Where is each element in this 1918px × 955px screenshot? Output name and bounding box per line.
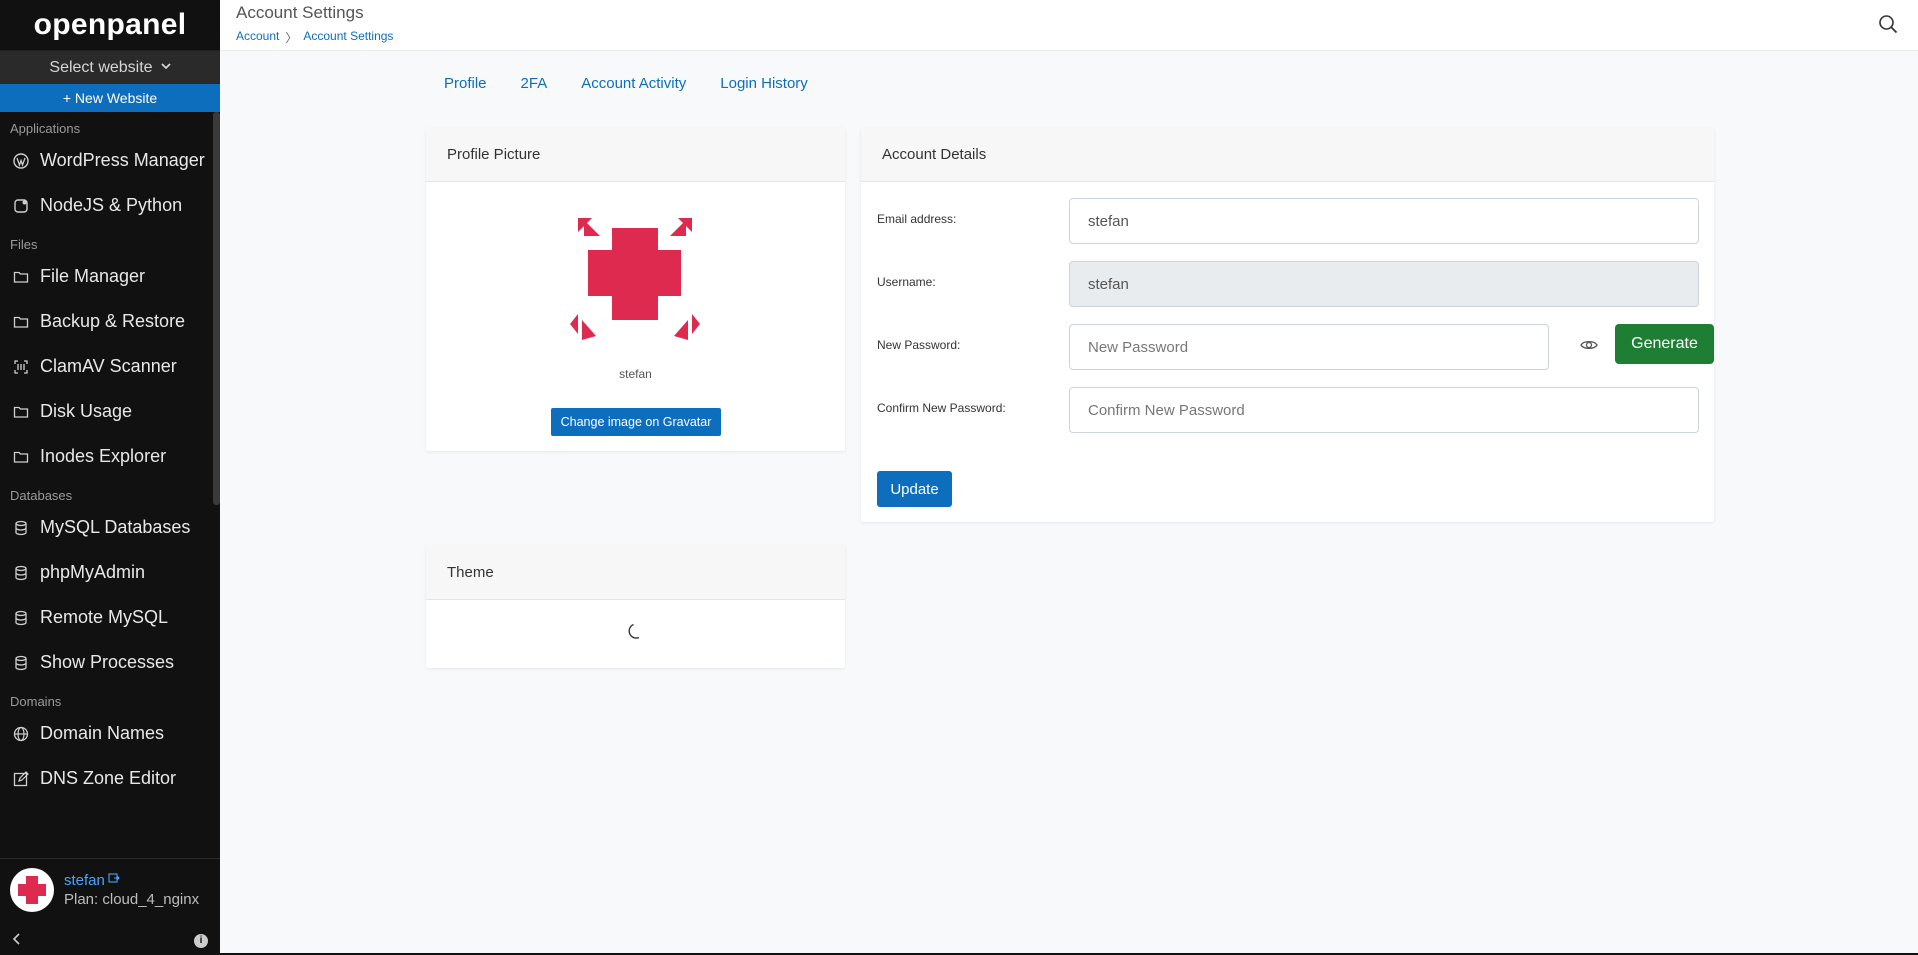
account-tabs: Profile 2FA Account Activity Login Histo… [444, 75, 808, 92]
logo[interactable]: openpanel [0, 0, 220, 50]
top-header: Account Settings Account 〉 Account Setti… [220, 0, 1918, 51]
sidebar-item-label: Inodes Explorer [40, 446, 167, 466]
email-row: Email address: stefan [877, 198, 1699, 244]
sidebar-item-label: MySQL Databases [40, 517, 191, 537]
chevron-down-icon [160, 62, 171, 73]
sidebar-item-label: Remote MySQL [40, 607, 169, 627]
card-title: Theme [426, 546, 845, 600]
section-label-files: Files [10, 237, 38, 252]
username-row: Username: stefan [877, 261, 1699, 307]
username-field: stefan [1069, 261, 1699, 307]
gravatar-image [564, 212, 706, 350]
select-website-label: Select website [49, 58, 153, 76]
tab-2fa[interactable]: 2FA [521, 75, 548, 92]
avatar[interactable] [10, 867, 54, 912]
change-gravatar-button[interactable]: Change image on Gravatar [551, 408, 721, 436]
sidebar-item-backup-restore[interactable]: Backup & Restore [0, 299, 213, 344]
sidebar-item-label: Backup & Restore [40, 311, 186, 331]
eye-icon[interactable] [1580, 336, 1600, 356]
breadcrumb-account[interactable]: Account [236, 29, 279, 46]
info-icon[interactable]: i [194, 933, 208, 948]
sidebar-item-label: File Manager [40, 266, 146, 286]
new-password-row: New Password: New Password Generate [877, 324, 1714, 370]
folder-icon [12, 403, 30, 421]
folder-icon [12, 268, 30, 286]
sidebar-item-label: Show Processes [40, 652, 175, 672]
section-label-databases: Databases [10, 488, 73, 503]
confirm-password-row: Confirm New Password: Confirm New Passwo… [877, 387, 1699, 433]
sidebar-item-label: DNS Zone Editor [40, 768, 177, 788]
tab-profile[interactable]: Profile [444, 75, 487, 92]
tab-account-activity[interactable]: Account Activity [581, 75, 686, 92]
tab-login-history[interactable]: Login History [720, 75, 808, 92]
new-website-button[interactable]: + New Website [0, 84, 220, 112]
edit-icon [12, 770, 30, 788]
breadcrumb-separator: 〉 [285, 31, 298, 45]
sidebar-item-clamav-scanner[interactable]: ClamAV Scanner [0, 344, 213, 389]
sidebar-item-label: phpMyAdmin [40, 562, 146, 582]
sidebar-item-label: Disk Usage [40, 401, 133, 421]
sidebar-item-nodejs-python[interactable]: NodeJS & Python [0, 183, 213, 228]
new-password-field[interactable]: New Password [1069, 324, 1549, 370]
sidebar-item-inodes-explorer[interactable]: Inodes Explorer [0, 434, 213, 479]
sidebar-item-label: Domain Names [40, 723, 165, 743]
sidebar-item-domain-names[interactable]: Domain Names [0, 711, 213, 756]
sidebar-item-disk-usage[interactable]: Disk Usage [0, 389, 213, 434]
profile-username: stefan [619, 367, 652, 381]
database-icon [12, 564, 30, 582]
collapse-sidebar-icon[interactable] [12, 932, 22, 950]
username-label: Username: [877, 275, 936, 289]
sidebar-item-wordpress-manager[interactable]: WordPress Manager [0, 138, 213, 183]
update-button[interactable]: Update [877, 471, 952, 507]
sidebar-item-remote-mysql[interactable]: Remote MySQL [0, 595, 213, 640]
profile-picture-card: Profile Picture stefan Change image on G… [426, 128, 845, 451]
user-name-link[interactable]: stefan [64, 872, 105, 889]
card-title: Profile Picture [426, 128, 845, 182]
sidebar-item-dns-zone-editor[interactable]: DNS Zone Editor [0, 756, 213, 801]
sidebar-item-file-manager[interactable]: File Manager [0, 254, 213, 299]
confirm-password-field[interactable]: Confirm New Password [1069, 387, 1699, 433]
nodejs-icon [12, 197, 30, 215]
sidebar-footer: i [0, 926, 220, 955]
page-title: Account Settings [236, 3, 364, 22]
moon-icon[interactable] [625, 622, 647, 644]
generate-password-button[interactable]: Generate [1615, 324, 1714, 364]
sidebar-item-mysql-databases[interactable]: MySQL Databases [0, 505, 213, 550]
sidebar-scrollbar[interactable] [213, 112, 220, 505]
breadcrumb-account-settings[interactable]: Account Settings [303, 29, 393, 46]
email-label: Email address: [877, 212, 957, 226]
sidebar-item-phpmyadmin[interactable]: phpMyAdmin [0, 550, 213, 595]
user-box: stefan Plan: cloud_4_nginx [0, 858, 220, 920]
globe-icon [12, 725, 30, 743]
card-title: Account Details [861, 128, 1714, 182]
database-icon [12, 654, 30, 672]
sidebar-menu: Applications WordPress Manager NodeJS & … [0, 112, 213, 857]
email-field[interactable]: stefan [1069, 198, 1699, 244]
section-label-applications: Applications [10, 121, 81, 136]
select-website-dropdown[interactable]: Select website [0, 50, 220, 84]
logout-icon[interactable] [108, 871, 120, 889]
wordpress-icon [12, 152, 30, 170]
folder-icon [12, 313, 30, 331]
database-icon [12, 519, 30, 537]
new-password-label: New Password: [877, 338, 961, 352]
section-label-domains: Domains [10, 694, 62, 709]
database-icon [12, 609, 30, 627]
scanner-icon [12, 358, 30, 376]
confirm-password-label: Confirm New Password: [877, 401, 1006, 415]
folder-icon [12, 448, 30, 466]
theme-card: Theme [426, 546, 845, 668]
sidebar-item-label: WordPress Manager [40, 150, 205, 170]
user-plan: Plan: cloud_4_nginx [64, 891, 200, 908]
sidebar-item-show-processes[interactable]: Show Processes [0, 640, 213, 685]
sidebar: openpanel Select website + New Website A… [0, 0, 220, 955]
breadcrumb: Account 〉 Account Settings [236, 29, 393, 46]
search-icon[interactable] [1878, 14, 1900, 36]
sidebar-item-label: NodeJS & Python [40, 195, 183, 215]
account-details-card: Account Details Email address: stefan Us… [861, 128, 1714, 522]
sidebar-item-label: ClamAV Scanner [40, 356, 177, 376]
